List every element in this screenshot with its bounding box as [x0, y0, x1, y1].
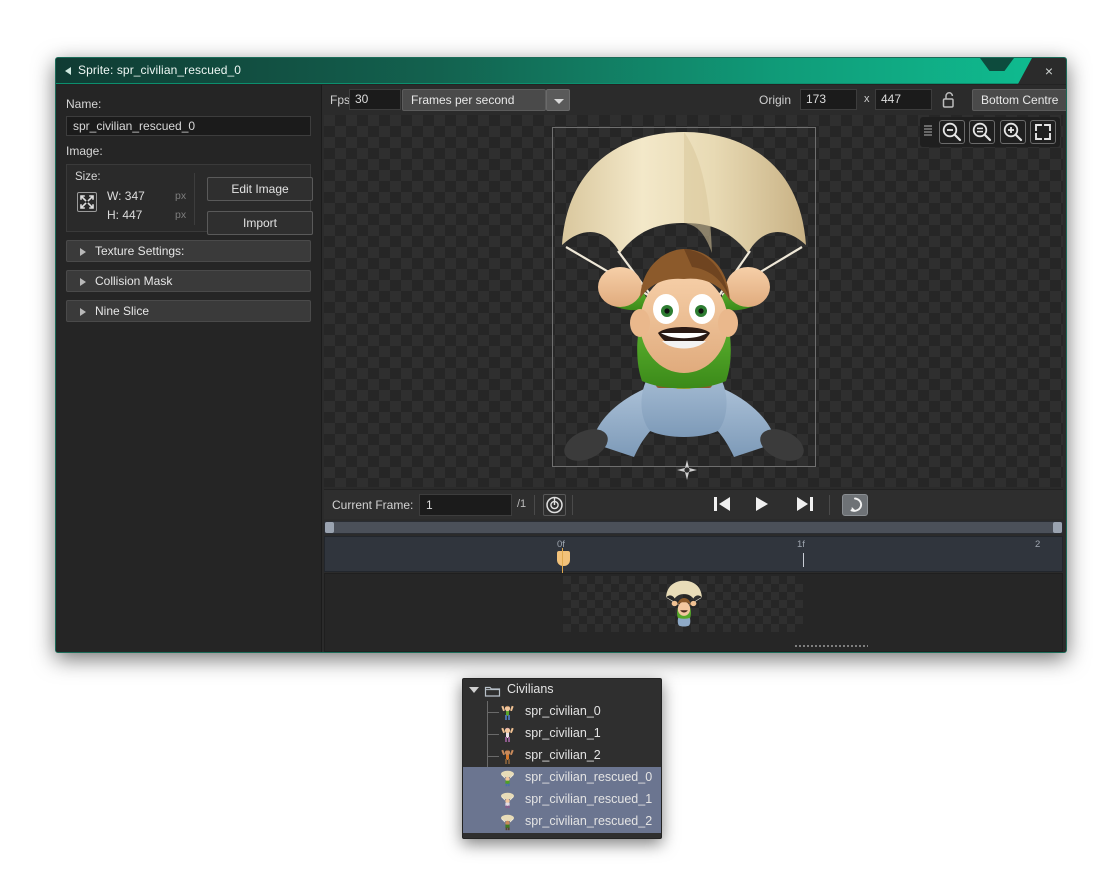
scrollbar-right-cap[interactable]	[1053, 522, 1062, 533]
triangle-left-icon[interactable]	[65, 67, 71, 75]
origin-y-input[interactable]: 447	[875, 89, 932, 110]
ruler-tick-label: 0f	[557, 539, 565, 550]
sprite-name-input[interactable]: spr_civilian_rescued_0	[66, 116, 311, 136]
chevron-right-icon	[80, 308, 86, 316]
canvas-zoom-toolbar	[920, 117, 1060, 147]
section-nine-slice[interactable]: Nine Slice	[66, 300, 311, 322]
sprite-height-value: H: 447	[107, 208, 143, 222]
sprite-height-unit: px	[175, 209, 187, 221]
timeline-frames-strip[interactable]	[324, 573, 1063, 652]
sprite-icon	[499, 770, 516, 787]
origin-label: Origin	[759, 93, 792, 107]
zoom-reset-icon[interactable]	[969, 120, 996, 144]
origin-separator: x	[864, 93, 870, 105]
asset-browser-tree: Civilians spr_civilian_0 spr_civilian_1 …	[462, 678, 662, 839]
tree-folder-label: Civilians	[507, 682, 554, 696]
image-size-box: Size: W: 347 px H: 447 px Edit Image Imp…	[66, 164, 313, 235]
sprite-icon	[499, 748, 516, 765]
sprite-width-value: W: 347	[107, 189, 145, 203]
screen-root: Sprite: spr_civilian_rescued_0 × Name: s…	[0, 0, 1116, 874]
current-frame-input[interactable]: 1	[419, 494, 512, 516]
section-label: Nine Slice	[95, 304, 150, 318]
fps-mode-chevron-down-icon[interactable]	[546, 89, 570, 111]
origin-preset-select[interactable]: Bottom Centre	[972, 89, 1066, 111]
parachuting-civilian-sprite	[562, 132, 806, 461]
sprite-canvas[interactable]	[324, 115, 1063, 487]
scrollbar-left-cap[interactable]	[325, 522, 334, 533]
tree-item-spr-civilian-rescued-0[interactable]: spr_civilian_rescued_0	[463, 767, 661, 789]
resize-icon[interactable]	[77, 192, 97, 212]
zoom-out-icon[interactable]	[938, 120, 965, 144]
tree-item-spr-civilian-2[interactable]: spr_civilian_2	[463, 745, 661, 767]
timeline-scrollbar[interactable]	[324, 521, 1063, 534]
sprite-icon	[499, 704, 516, 721]
fps-label: Fps	[330, 93, 351, 107]
tree-item-label: spr_civilian_rescued_0	[525, 770, 653, 784]
onion-skin-icon[interactable]	[543, 494, 566, 516]
origin-x-input[interactable]: 173	[800, 89, 857, 110]
play-icon[interactable]	[752, 495, 778, 515]
window-body: Name: spr_civilian_rescued_0 Image: Size…	[56, 85, 1066, 652]
timeline-ruler[interactable]: 0f 1f 2	[324, 536, 1063, 572]
tree-item-label: spr_civilian_rescued_1	[525, 792, 653, 806]
tree-item-spr-civilian-rescued-1[interactable]: spr_civilian_rescued_1	[463, 789, 661, 811]
chevron-right-icon	[80, 278, 86, 286]
size-box-divider	[194, 173, 195, 225]
sprite-icon	[499, 792, 516, 809]
current-frame-label: Current Frame:	[332, 498, 414, 512]
sprite-width-unit: px	[175, 190, 187, 202]
tree-item-label: spr_civilian_0	[525, 704, 601, 718]
close-icon[interactable]: ×	[1040, 62, 1058, 80]
sprite-properties-panel: Name: spr_civilian_rescued_0 Image: Size…	[56, 85, 321, 652]
loop-icon[interactable]	[842, 494, 868, 516]
section-label: Collision Mask	[95, 274, 173, 288]
animation-timeline: 0f 1f 2	[324, 519, 1063, 652]
image-label: Image:	[66, 144, 103, 158]
import-button[interactable]: Import	[207, 211, 313, 235]
skip-to-start-icon[interactable]	[711, 495, 737, 515]
section-texture-settings[interactable]: Texture Settings:	[66, 240, 311, 262]
fit-to-screen-icon[interactable]	[1030, 120, 1056, 144]
window-titlebar[interactable]: Sprite: spr_civilian_rescued_0 ×	[56, 58, 1066, 84]
tree-item-label: spr_civilian_2	[525, 748, 601, 762]
origin-crosshair-icon	[676, 459, 698, 486]
sprite-editor-window: Sprite: spr_civilian_rescued_0 × Name: s…	[55, 57, 1067, 653]
tree-item-label: spr_civilian_rescued_2	[525, 814, 653, 828]
fps-input[interactable]: 30	[349, 89, 401, 110]
titlebar-notch	[980, 58, 1014, 71]
drag-handle-icon[interactable]	[924, 123, 934, 142]
ruler-tick-label: 1f	[797, 539, 805, 550]
timeline-playhead[interactable]	[557, 551, 570, 566]
chevron-right-icon	[80, 248, 86, 256]
edit-image-button[interactable]: Edit Image	[207, 177, 313, 201]
name-label: Name:	[66, 97, 102, 111]
unlocked-padlock-icon[interactable]	[942, 90, 957, 115]
tree-item-spr-civilian-rescued-2[interactable]: spr_civilian_rescued_2	[463, 811, 661, 833]
tree-item-spr-civilian-1[interactable]: spr_civilian_1	[463, 723, 661, 745]
frame-1-thumbnail	[666, 580, 702, 627]
timeline-frame-cell[interactable]	[563, 576, 803, 632]
zoom-in-icon[interactable]	[999, 120, 1026, 144]
window-title: Sprite: spr_civilian_rescued_0	[78, 63, 242, 77]
tree-item-spr-civilian-0[interactable]: spr_civilian_0	[463, 701, 661, 723]
sprite-icon	[499, 726, 516, 743]
section-label: Texture Settings:	[95, 244, 185, 258]
skip-to-end-icon[interactable]	[794, 495, 820, 515]
folder-icon	[484, 684, 501, 702]
frame-control-bar: Current Frame: 1 /1	[324, 489, 1063, 519]
tree-folder-civilians[interactable]: Civilians	[463, 679, 661, 701]
tree-item-label: spr_civilian_1	[525, 726, 601, 740]
triangle-down-icon[interactable]	[469, 687, 479, 693]
ruler-tick-label: 2	[1035, 539, 1041, 550]
sprite-editor-main: Fps 30 Frames per second Origin 173 x 44…	[321, 85, 1066, 652]
fps-mode-select[interactable]: Frames per second	[402, 89, 546, 111]
sprite-toolbar: Fps 30 Frames per second Origin 173 x 44…	[322, 85, 1066, 115]
section-collision-mask[interactable]: Collision Mask	[66, 270, 311, 292]
total-frames-label: /1	[517, 498, 527, 510]
sprite-icon	[499, 814, 516, 831]
window-resize-grip[interactable]	[794, 644, 868, 649]
